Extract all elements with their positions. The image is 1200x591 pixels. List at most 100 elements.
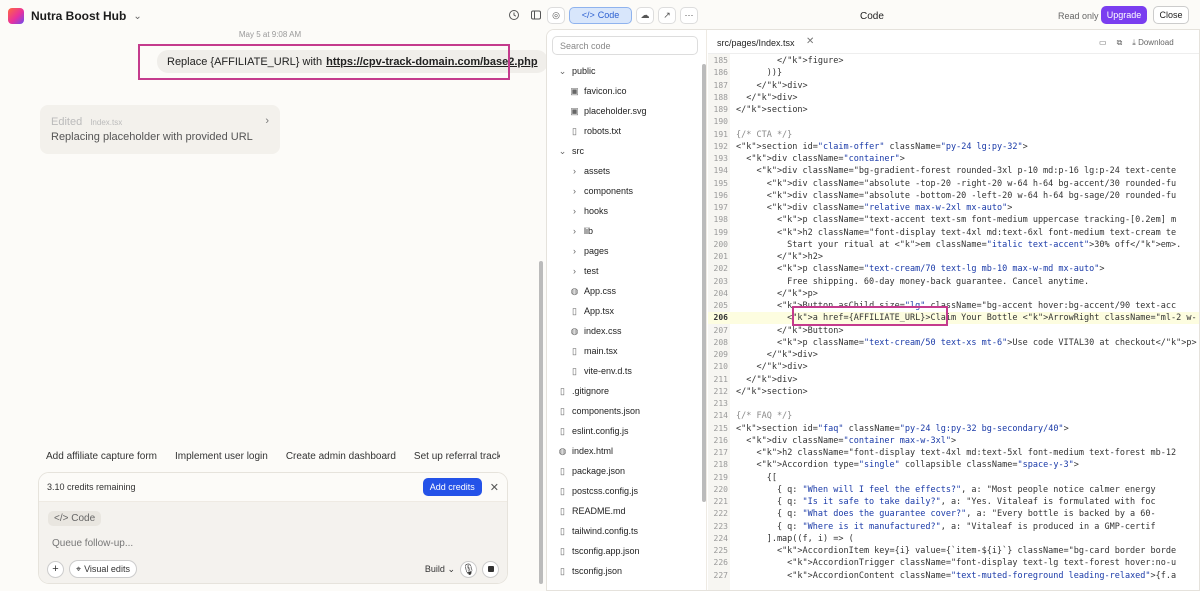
file-tree-item[interactable]: ⌄ public xyxy=(557,62,596,80)
cloud-icon[interactable]: ☁ xyxy=(636,6,654,24)
file-tree-item[interactable]: ▯ tailwind.config.ts xyxy=(557,522,638,540)
file-tree-item[interactable]: › lib xyxy=(569,222,593,240)
file-tree-item[interactable]: ▯ eslint.config.js xyxy=(557,422,629,440)
code-line: 206 <"k">a href={AFFILIATE_URL}>Claim Yo… xyxy=(708,312,1199,325)
download-label: Download xyxy=(1138,38,1174,47)
file-tree-label: App.css xyxy=(584,286,617,296)
file-tree-item[interactable]: ▯ tsconfig.json xyxy=(557,562,622,580)
file-tree-item[interactable]: ▯ postcss.config.js xyxy=(557,482,638,500)
add-credits-button[interactable]: Add credits xyxy=(422,478,482,496)
code-view-label: Code xyxy=(597,10,620,20)
close-icon[interactable]: ✕ xyxy=(490,481,499,494)
line-number: 185 xyxy=(713,56,728,65)
file-tree-item[interactable]: ▯ App.tsx xyxy=(569,302,614,320)
more-icon[interactable]: ⋯ xyxy=(680,6,698,24)
microphone-icon[interactable]: 🎙 xyxy=(460,560,477,578)
code-editor[interactable]: 185 </"k">figure> 186 ))} 187 </"k">div> 18… xyxy=(708,54,1199,590)
file-tree-item[interactable]: ▣ placeholder.svg xyxy=(569,102,646,120)
suggestion-chip[interactable]: Add affiliate capture form xyxy=(40,449,163,465)
image-file-icon: ▣ xyxy=(570,105,579,116)
code-line: 209 </"k">div> xyxy=(708,349,1199,361)
file-tree-label: index.css xyxy=(584,326,622,336)
edit-description: Replacing placeholder with provided URL xyxy=(51,131,253,143)
code-text: ].map((f, i) => ( xyxy=(736,533,854,544)
edit-card[interactable]: Edited Index.tsx Replacing placeholder wi… xyxy=(40,105,280,154)
visual-edits-button[interactable]: ⌖ Visual edits xyxy=(69,560,137,578)
file-tree-item[interactable]: ⌄ src xyxy=(557,142,584,160)
file-tree-item[interactable]: ◍ index.css xyxy=(569,322,622,340)
download-button[interactable]: ⤓ Download xyxy=(1132,38,1173,48)
mode-chip[interactable]: </> Code xyxy=(48,511,102,526)
file-tree-item[interactable]: › hooks xyxy=(569,202,608,220)
file-icon: ▯ xyxy=(560,385,565,396)
project-switcher[interactable]: Nutra Boost Hub ⌄ xyxy=(8,6,142,26)
code-line: 201 </"k">h2> xyxy=(708,251,1199,263)
file-tree-item[interactable]: ▯ vite-env.d.ts xyxy=(569,362,632,380)
search-code-input[interactable]: Search code xyxy=(552,36,698,55)
file-icon: ▯ xyxy=(560,485,565,496)
upgrade-button[interactable]: Upgrade xyxy=(1101,6,1147,24)
build-select[interactable]: Build ⌄ xyxy=(425,564,455,575)
stop-icon[interactable] xyxy=(482,560,499,578)
chevron-down-icon: ⌄ xyxy=(558,65,567,76)
file-tree-item[interactable]: ▯ .gitignore xyxy=(557,382,609,400)
read-only-label: Read only xyxy=(1058,11,1099,21)
analytics-icon[interactable]: ↗ xyxy=(658,6,676,24)
line-number: 198 xyxy=(713,215,728,225)
chat-scrollbar[interactable] xyxy=(539,261,543,584)
code-text: </"k">Button> xyxy=(736,325,844,336)
code-line: 215 <"k">section id="faq" className="py-2… xyxy=(708,423,1199,435)
plus-icon[interactable]: + xyxy=(47,560,64,578)
file-tree-label: tsconfig.app.json xyxy=(572,546,640,556)
line-number: 223 xyxy=(713,521,728,531)
file-tree-item[interactable]: ▯ README.md xyxy=(557,502,626,520)
mode-chip-label: Code xyxy=(71,513,96,524)
file-tree-item[interactable]: ▯ main.tsx xyxy=(569,342,618,360)
code-text: <"k">div className="absolute -top-20 -ri… xyxy=(736,178,1177,189)
file-tree-item[interactable]: ▯ robots.txt xyxy=(569,122,621,140)
file-tree-item[interactable]: › components xyxy=(569,182,633,200)
file-tree-item[interactable]: › test xyxy=(569,262,599,280)
file-tree-item[interactable]: › pages xyxy=(569,242,609,260)
suggestion-chip[interactable]: Implement user login xyxy=(169,449,274,465)
file-tree-item[interactable]: ◍ index.html xyxy=(557,442,613,460)
code-line: 222 { q: "What does the guarantee cover?… xyxy=(708,508,1199,520)
code-view-button[interactable]: </> Code xyxy=(569,6,632,24)
code-line: 207 </"k">Button> xyxy=(708,325,1199,337)
code-text: ))} xyxy=(736,68,783,79)
code-text: <"k">section id="claim-offer" className=… xyxy=(736,141,1028,152)
suggestion-chip[interactable]: Set up referral tracking xyxy=(408,449,500,465)
copy-icon[interactable]: ⧉ xyxy=(1117,38,1123,48)
line-number: 186 xyxy=(713,68,728,78)
followup-input[interactable]: Queue follow-up... xyxy=(52,538,133,549)
code-line: 197 <"k">div className="relative max-w-2… xyxy=(708,202,1199,214)
close-tab-icon[interactable]: ✕ xyxy=(806,36,814,47)
code-text: </"k">h2> xyxy=(736,252,824,262)
code-text: <"k">div className="container"> xyxy=(736,154,905,164)
file-tree-scrollbar[interactable] xyxy=(702,64,706,502)
line-number: 204 xyxy=(713,288,728,298)
suggestion-chip[interactable]: Create admin dashboard xyxy=(280,449,402,465)
file-tree-item[interactable]: ▯ package.json xyxy=(557,462,625,480)
code-line: 194 <"k">div className="bg-gradient-fore… xyxy=(708,165,1199,177)
globe-icon: ◍ xyxy=(558,445,567,456)
file-icon: ▯ xyxy=(572,345,577,356)
comment-icon[interactable]: ▭ xyxy=(1099,38,1107,48)
code-line: 225 <"k">AccordionItem key={i} value={`i… xyxy=(708,545,1199,557)
code-line: 191 {/* CTA */} xyxy=(708,129,1199,141)
chevron-right-icon: › xyxy=(573,226,576,236)
file-tree-item[interactable]: ▣ favicon.ico xyxy=(569,82,626,100)
file-icon: ▯ xyxy=(560,465,565,476)
editor-tab[interactable]: src/pages/Index.tsx xyxy=(717,38,795,48)
highlight-box-message xyxy=(138,44,510,80)
sidebar-toggle-icon[interactable] xyxy=(530,9,542,21)
close-button[interactable]: Close xyxy=(1153,6,1189,24)
line-number: 190 xyxy=(713,117,728,127)
file-tree-item[interactable]: › assets xyxy=(569,162,610,180)
preview-globe-icon[interactable]: ◎ xyxy=(547,6,565,24)
history-icon[interactable] xyxy=(508,9,520,21)
file-tree-item[interactable]: ▯ tsconfig.app.json xyxy=(557,542,640,560)
file-tree-item[interactable]: ▯ components.json xyxy=(557,402,640,420)
chevron-down-icon: ⌄ xyxy=(558,145,567,156)
file-tree-item[interactable]: ◍ App.css xyxy=(569,282,616,300)
